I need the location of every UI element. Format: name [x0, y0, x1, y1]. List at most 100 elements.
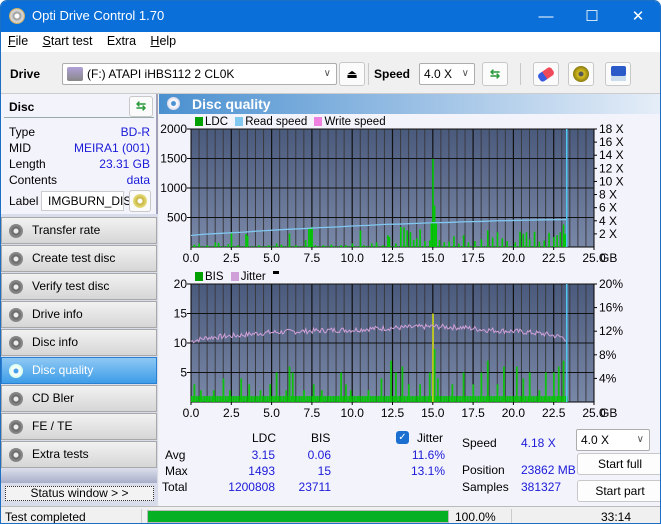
test-speed-select[interactable]: 4.0 X ∨ [576, 429, 650, 451]
bis-baseline-bar [210, 396, 212, 402]
eject-button[interactable]: ⏏ [339, 62, 365, 86]
menu-start-test[interactable]: Start test [36, 32, 93, 48]
nav-fe-te[interactable]: FE / TE [1, 413, 157, 440]
disc-length-label: Length [9, 157, 46, 171]
erase-icon [536, 66, 556, 83]
extra-tests-icon [9, 448, 23, 462]
x-tick-label: 12.5 [381, 406, 405, 420]
ldc-baseline-bar [411, 246, 413, 247]
ldc-baseline-bar [208, 246, 210, 247]
jitter-checkbox[interactable]: ✓ [396, 431, 409, 444]
y-tick-label: 10 [174, 336, 188, 350]
minimize-button[interactable]: — [523, 1, 569, 32]
x-tick-label: 17.5 [461, 251, 485, 265]
refresh-button[interactable]: ⇆ [482, 62, 508, 86]
ldc-baseline-bar [390, 246, 392, 247]
speed-select[interactable]: 4.0 X ∨ [419, 63, 475, 85]
nav-create-test-disc[interactable]: Create test disc [1, 245, 157, 272]
bis-bar [320, 390, 323, 402]
bis-baseline-bar [347, 396, 349, 402]
start-part-button[interactable]: Start part [577, 480, 660, 502]
menu-extra[interactable]: Extra [100, 32, 136, 48]
nav-disc-info[interactable]: Disc info [1, 329, 157, 356]
ldc-bar [403, 227, 405, 247]
ldc-baseline-bar [452, 246, 454, 247]
ldc-baseline-bar [291, 246, 293, 247]
ldc-baseline-bar [341, 246, 343, 247]
nav-disc-quality[interactable]: Disc quality [1, 357, 157, 384]
toolbar: Drive (F:) ATAPI iHBS112 2 CL0K ∨ ⏏ Spee… [1, 52, 660, 94]
bis-baseline-bar [281, 396, 283, 402]
menu-file[interactable]: File [1, 32, 28, 48]
ldc-baseline-bar [456, 246, 458, 247]
drive-select[interactable]: (F:) ATAPI iHBS112 2 CL0K ∨ [62, 63, 337, 85]
ldc-bar [553, 236, 555, 247]
ldc-bar [295, 245, 297, 247]
bis-baseline-bar [273, 396, 275, 402]
bis-bar [288, 366, 291, 402]
ldc-baseline-bar [332, 246, 334, 247]
ldc-baseline-bar [544, 246, 546, 247]
bis-bar [206, 396, 209, 402]
ldc-baseline-bar [260, 246, 262, 247]
ldc-bar [419, 229, 421, 247]
bis-baseline-bar [315, 396, 317, 402]
ldc-bar [538, 241, 541, 247]
bis-baseline-bar [474, 396, 477, 402]
ldc-baseline-bar [546, 246, 548, 247]
nav-drive-info[interactable]: Drive info [1, 301, 157, 328]
bis-bar [433, 348, 436, 402]
bis-baseline-bar [282, 396, 285, 402]
maximize-button[interactable]: ☐ [569, 1, 615, 32]
ldc-baseline-bar [334, 246, 336, 247]
bis-baseline-bar [236, 396, 238, 402]
create-test-disc-icon [9, 252, 23, 266]
status-bar: Test completed 100.0% 33:14 [1, 506, 660, 523]
ldc-baseline-bar [285, 246, 287, 247]
disc-label-field[interactable]: IMGBURN_DIS [41, 191, 131, 211]
bis-bar [222, 378, 225, 402]
bis-baseline-bar [510, 396, 512, 402]
save-button[interactable] [605, 62, 631, 86]
chevron-down-icon: ∨ [323, 68, 331, 79]
disc-mid-value: MEIRA1 (001) [73, 141, 150, 155]
ldc-baseline-bar [461, 246, 463, 247]
bis-bar [193, 384, 196, 402]
bis-baseline-bar [377, 396, 380, 402]
bis-baseline-bar [542, 396, 544, 402]
ldc-baseline-bar [479, 246, 481, 247]
nav-cd-bler[interactable]: CD Bler [1, 385, 157, 412]
ldc-baseline-bar [204, 246, 206, 247]
ldc-baseline-bar [235, 246, 237, 247]
nav-verify-test-disc[interactable]: Verify test disc [1, 273, 157, 300]
ldc-baseline-bar [254, 246, 256, 247]
settings-icon [573, 66, 589, 82]
bis-baseline-bar [361, 396, 364, 402]
settings-button[interactable] [568, 62, 594, 86]
start-full-button[interactable]: Start full [577, 453, 660, 475]
bis-baseline-bar [413, 396, 415, 402]
ldc-bar [309, 228, 312, 247]
disc-refresh-button[interactable]: ⇆ [129, 96, 153, 117]
y2-tick-label: 14 X [599, 148, 624, 162]
ldc-bar [564, 234, 566, 247]
ldc-baseline-bar [202, 246, 204, 247]
y-tick-label: 500 [167, 211, 187, 225]
bis-baseline-bar [318, 396, 320, 402]
menu-help[interactable]: Help [143, 32, 176, 48]
nav-transfer-rate[interactable]: Transfer rate [1, 217, 157, 244]
nav-extra-tests[interactable]: Extra tests [1, 441, 157, 468]
erase-button[interactable] [533, 62, 559, 86]
ldc-bar [432, 158, 434, 247]
close-button[interactable]: ✕ [615, 1, 660, 32]
ldc-baseline-bar [266, 246, 268, 247]
ldc-bar [543, 240, 546, 247]
disc-mid-label: MID [9, 141, 31, 155]
bis-bar [503, 366, 505, 402]
ldc-bar [433, 205, 436, 247]
ldc-bar [548, 232, 550, 247]
status-window-button[interactable]: Status window > > [5, 486, 154, 501]
bis-baseline-bar [548, 396, 551, 402]
disc-label-button[interactable] [129, 190, 151, 212]
bis-baseline-bar [482, 396, 485, 402]
